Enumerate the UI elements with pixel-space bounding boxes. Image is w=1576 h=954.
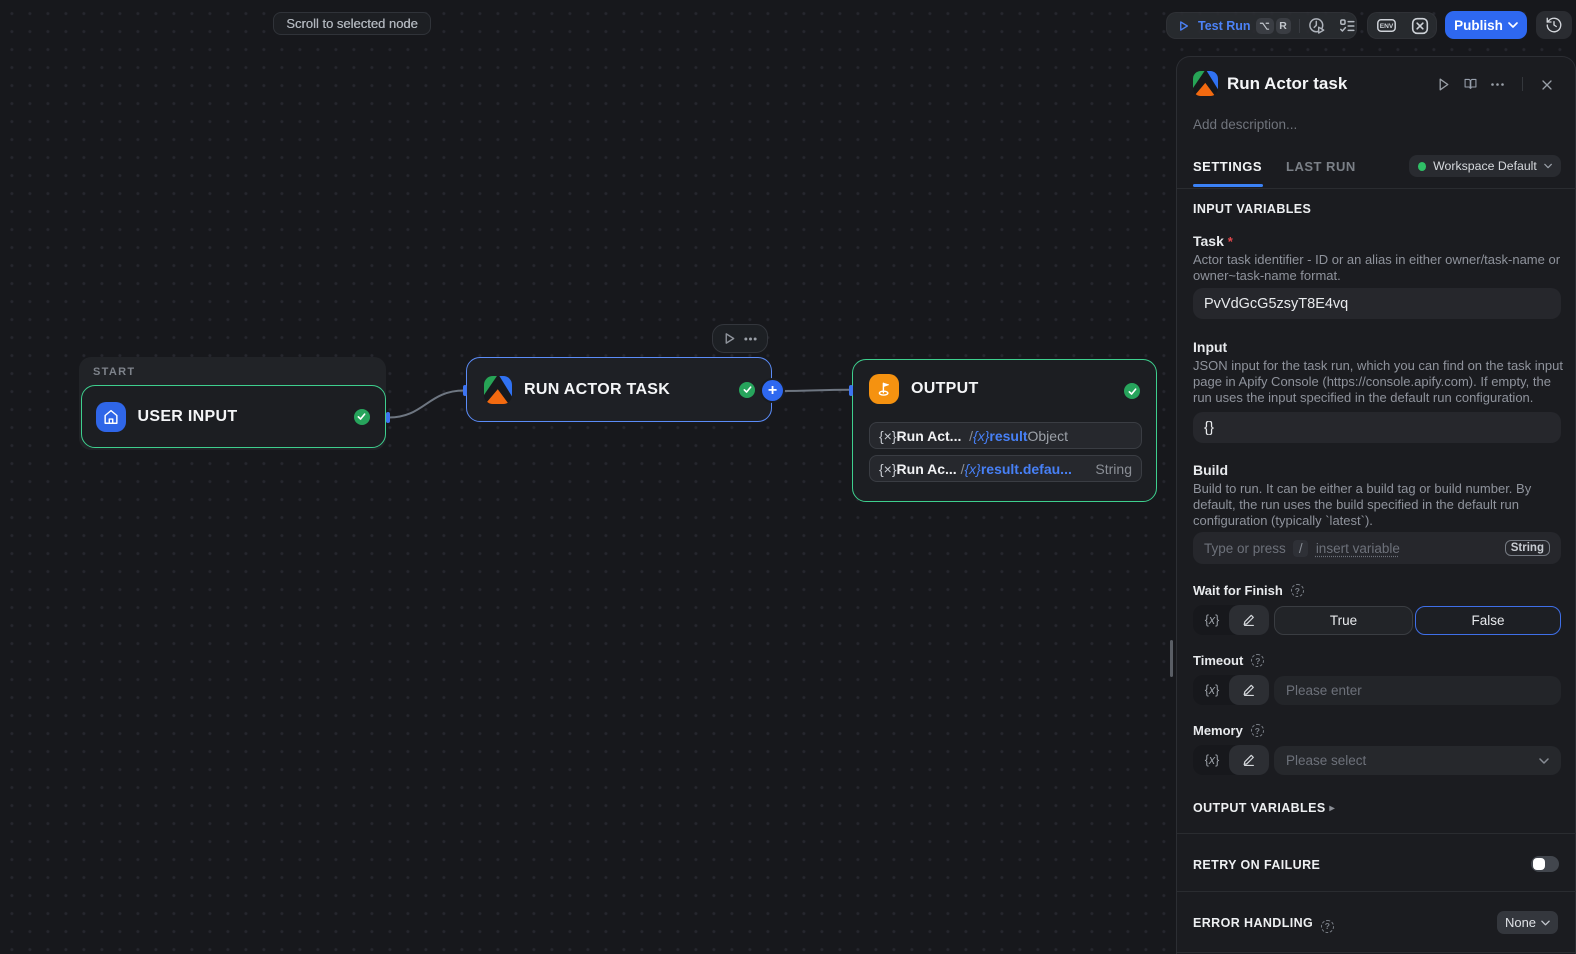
svg-text:ENV: ENV	[1379, 23, 1393, 30]
